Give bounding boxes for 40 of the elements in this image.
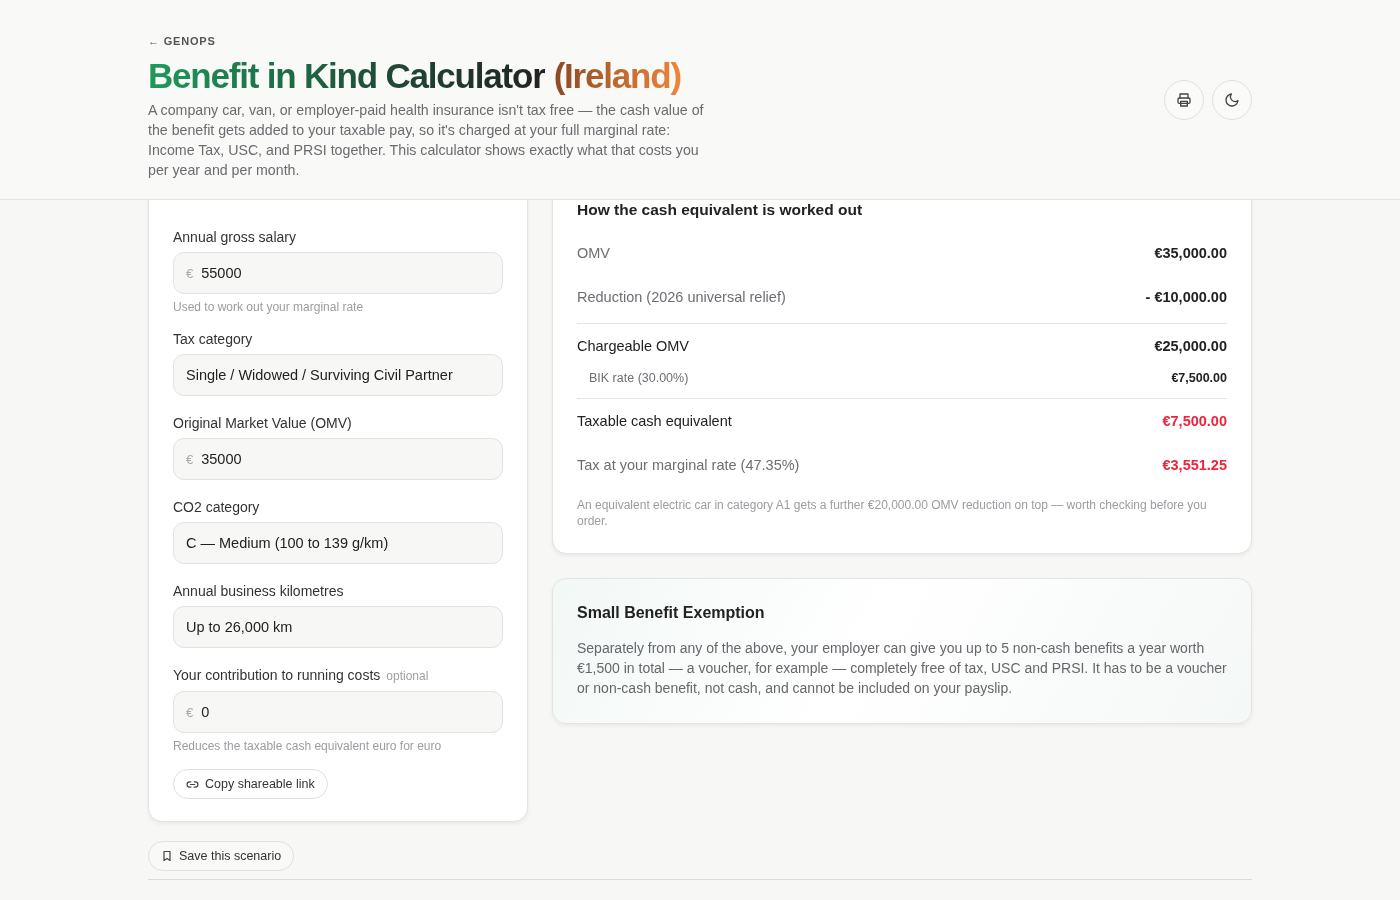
breakdown-label: BIK rate (30.00%) bbox=[588, 371, 689, 385]
card-title: Small Benefit Exemption bbox=[577, 604, 766, 622]
breakdown-amount: €7,500.00 bbox=[1171, 371, 1227, 385]
breakdown-label: OMV bbox=[577, 245, 611, 261]
page-description: A company car, van, or employer-paid health insurance isn't tax free — the cash value of the benefit gets added to your taxable pay, so it's charged at your full marginal rate: Income Tax, USC, and PRSI together. This calculator shows exactly what that costs you per year and per month. bbox=[148, 101, 705, 180]
moon-icon bbox=[1224, 92, 1240, 108]
currency-input[interactable]: € 55000 bbox=[173, 252, 503, 294]
field-hint: Reduces the taxable cash equivalent euro for euro bbox=[173, 739, 443, 753]
currency-input[interactable]: € 0 bbox=[173, 691, 503, 733]
field-label: Tax category bbox=[173, 331, 253, 347]
copy-link-button[interactable]: Copy shareable link bbox=[173, 769, 328, 799]
footnote: An equivalent electric car in category A1 gets a further €20,000.00 OMV reduction on top — worth checking before you order. bbox=[577, 497, 1208, 529]
bookmark-icon bbox=[161, 850, 173, 862]
print-button[interactable] bbox=[1164, 80, 1204, 120]
breakdown-label: Reduction (2026 universal relief) bbox=[577, 289, 786, 305]
back-link[interactable]: ← GENOPS bbox=[148, 35, 216, 47]
field-label: Annual gross salary bbox=[173, 229, 296, 245]
breakdown-amount: €7,500.00 bbox=[1162, 413, 1227, 429]
exemption-text: Separately from any of the above, your employer can give you up to 5 non-cash benefits a year worth €1,500 in total — a voucher, for example — completely free of tax, USC and PRSI. It has to be a voucher or non-cash benefit, not cash, and cannot be included on your payslip. bbox=[577, 639, 1227, 698]
breakdown-label: Tax at your marginal rate (47.35%) bbox=[577, 457, 800, 473]
breakdown-amount: €3,551.25 bbox=[1162, 457, 1227, 473]
printer-icon bbox=[1176, 92, 1192, 108]
field-hint: Used to work out your marginal rate bbox=[173, 300, 365, 314]
save-scenario-button[interactable]: Save this scenario bbox=[148, 841, 295, 871]
breakdown-amount: - €10,000.00 bbox=[1145, 289, 1227, 305]
select-field[interactable]: C — Medium (100 to 139 g/km) bbox=[173, 522, 503, 564]
breakdown-label: Chargeable OMV bbox=[577, 338, 690, 354]
breakdown-amount: €35,000.00 bbox=[1154, 245, 1227, 261]
currency-input[interactable]: € 35000 bbox=[173, 438, 503, 480]
select-field[interactable]: Up to 26,000 km bbox=[173, 606, 503, 648]
field-label: Annual business kilometres bbox=[173, 583, 344, 599]
card-title: How the cash equivalent is worked out bbox=[577, 201, 864, 219]
select-field[interactable]: Single / Widowed / Surviving Civil Partner bbox=[173, 354, 503, 396]
field-label: Your contribution to running costs bbox=[173, 667, 381, 683]
field-label: Original Market Value (OMV) bbox=[173, 415, 352, 431]
field-label: CO2 category bbox=[173, 499, 260, 515]
breakdown-label: Taxable cash equivalent bbox=[577, 413, 732, 429]
optional-tag: optional bbox=[386, 668, 429, 684]
theme-toggle-button[interactable] bbox=[1212, 80, 1252, 120]
breakdown-amount: €25,000.00 bbox=[1154, 338, 1227, 354]
